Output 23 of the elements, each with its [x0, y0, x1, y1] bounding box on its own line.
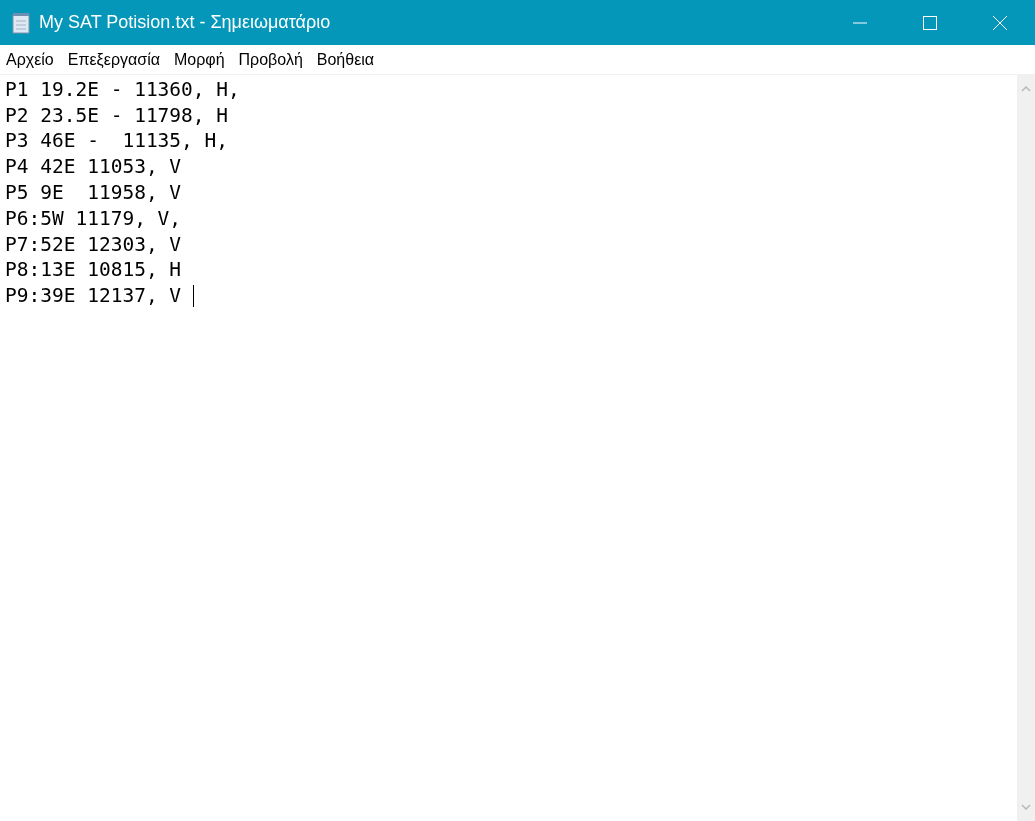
scrollbar[interactable] — [1017, 75, 1035, 821]
menu-item[interactable]: Βοήθεια — [316, 50, 375, 69]
text-cursor — [192, 285, 194, 308]
text-line: P9:39E 12137, V — [5, 284, 183, 309]
menu-item[interactable]: Μορφή — [173, 50, 225, 69]
text-line: P8:13E 10815, H — [5, 258, 182, 283]
menu-item[interactable]: Επεξεργασία — [67, 50, 160, 69]
text-line: P3 46E - 11135, H, — [5, 129, 229, 154]
minimize-icon — [852, 21, 868, 24]
notepad-icon — [11, 11, 31, 34]
text-line: P2 23.5E - 11798, H — [5, 103, 229, 128]
close-icon — [992, 14, 1008, 31]
text-line: P1 19.2E - 11360, H, — [5, 77, 240, 102]
text-line: P7:52E 12303, V — [5, 232, 182, 257]
window-title: My SAT Potision.txt - Σημειωματάριο — [39, 12, 331, 33]
text-line: P5 9E 11958, V — [5, 181, 182, 206]
menu-item[interactable]: Αρχείο — [6, 50, 54, 69]
maximize-icon — [922, 14, 938, 31]
menu-item[interactable]: Προβολή — [238, 50, 303, 69]
text-line: P6:5W 11179, V, — [5, 206, 182, 231]
scroll-up-icon[interactable] — [1021, 86, 1031, 92]
text-line: P4 42E 11053, V — [5, 155, 182, 180]
scroll-down-icon[interactable] — [1021, 804, 1031, 810]
